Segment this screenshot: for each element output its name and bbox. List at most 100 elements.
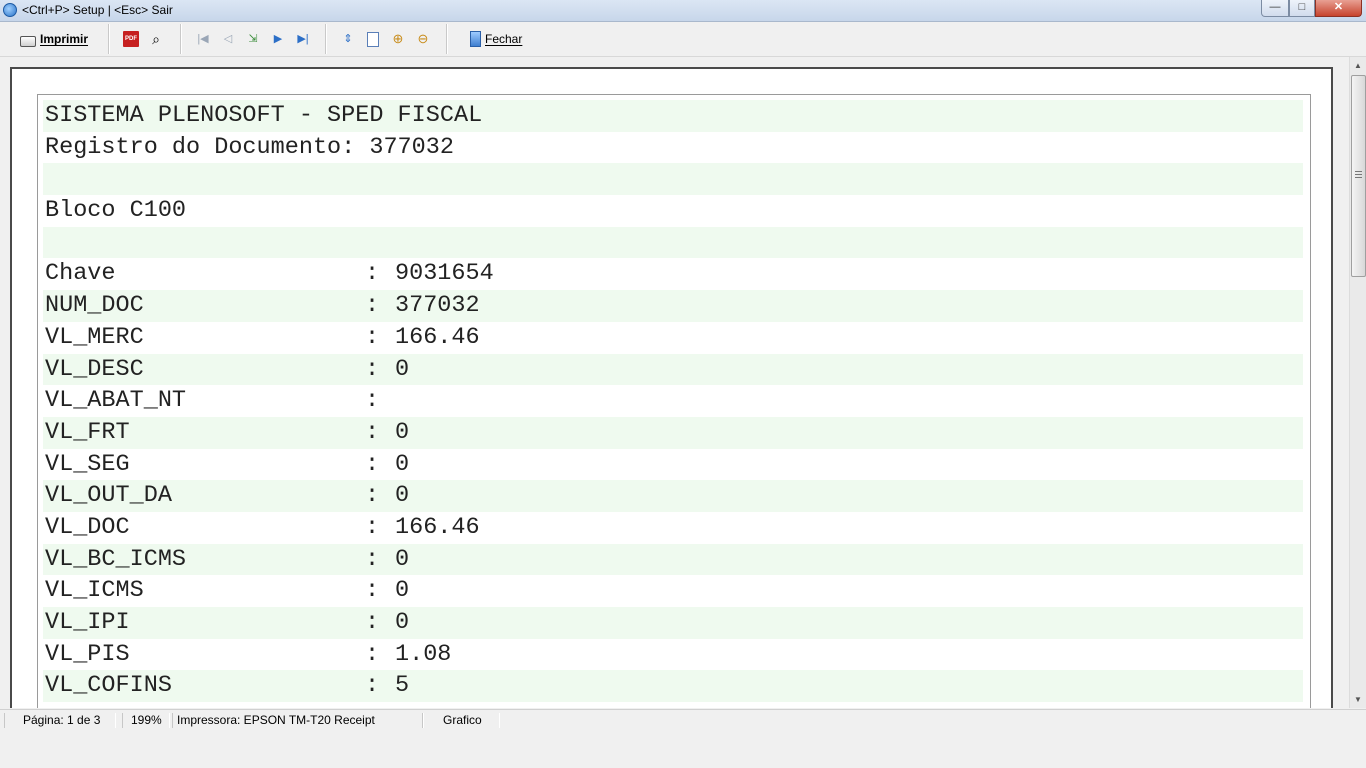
pdf-icon: PDF bbox=[123, 31, 139, 47]
scroll-up-arrow-icon[interactable]: ▲ bbox=[1350, 57, 1366, 74]
field-separator: : bbox=[365, 513, 380, 541]
field-name: VL_IPI bbox=[45, 609, 130, 636]
app-icon bbox=[3, 3, 17, 17]
report-frame: SISTEMA PLENOSOFT - SPED FISCAL Registro… bbox=[37, 94, 1311, 708]
field-name: NUM_DOC bbox=[45, 292, 144, 320]
field-name: VL_OUT_DA bbox=[45, 482, 172, 510]
field-name: VL_BC_ICMS bbox=[45, 545, 187, 573]
report-header-line: SISTEMA PLENOSOFT - SPED FISCAL bbox=[43, 100, 1303, 132]
print-button-label: Imprimir bbox=[40, 32, 89, 46]
close-window-button[interactable]: ✕ bbox=[1315, 0, 1362, 17]
field-name: VL_ICMS bbox=[45, 577, 144, 605]
page-width-icon: ⇕ bbox=[343, 33, 353, 45]
field-row: VL_DOC:166.46 bbox=[43, 512, 1303, 544]
field-separator: : bbox=[365, 418, 380, 446]
whole-page-button[interactable] bbox=[367, 29, 379, 49]
field-name: VL_ABAT_NT bbox=[45, 387, 187, 415]
field-row: VL_BC_ICMS:0 bbox=[43, 543, 1303, 576]
window-bottom-area bbox=[0, 731, 1366, 768]
next-page-icon: ▶ bbox=[273, 33, 283, 45]
go-to-page-button[interactable]: ⇲ bbox=[245, 29, 261, 49]
export-icon: ⇲ bbox=[248, 33, 258, 45]
field-value: 0 bbox=[395, 609, 410, 636]
field-value: 0 bbox=[395, 355, 410, 383]
status-bar: Página: 1 de 3 199% Impressora: EPSON TM… bbox=[0, 709, 1366, 732]
toolbar-separator bbox=[446, 24, 448, 54]
toolbar-separator bbox=[180, 24, 182, 54]
field-separator: : bbox=[365, 482, 380, 510]
report-page: SISTEMA PLENOSOFT - SPED FISCAL Registro… bbox=[10, 67, 1333, 708]
field-name: VL_DOC bbox=[45, 513, 130, 541]
blank-line bbox=[43, 226, 1303, 259]
exit-door-icon bbox=[470, 31, 481, 47]
field-value: 9031654 bbox=[395, 260, 494, 288]
close-preview-button[interactable]: Fechar bbox=[470, 29, 522, 49]
field-name: Chave bbox=[45, 260, 116, 288]
zoom-out-button[interactable]: ⊖ bbox=[415, 29, 431, 49]
field-value: 166.46 bbox=[395, 513, 480, 541]
field-name: VL_MERC bbox=[45, 323, 144, 351]
status-zoom: 199% bbox=[122, 713, 170, 728]
title-bar: <Ctrl+P> Setup | <Esc> Sair — □ ✕ bbox=[0, 0, 1366, 22]
field-row: VL_COFINS:5 bbox=[43, 670, 1303, 703]
last-page-button[interactable]: ▶| bbox=[295, 29, 311, 49]
zoom-in-icon: ⊕ bbox=[392, 31, 404, 46]
report-lines: SISTEMA PLENOSOFT - SPED FISCAL Registro… bbox=[43, 100, 1303, 703]
field-row: NUM_DOC:377032 bbox=[43, 290, 1303, 322]
status-mode: Grafico bbox=[422, 713, 500, 728]
last-page-icon: ▶| bbox=[297, 33, 309, 45]
field-separator: : bbox=[365, 323, 380, 351]
zoom-out-icon: ⊖ bbox=[417, 31, 429, 46]
report-preview-area[interactable]: SISTEMA PLENOSOFT - SPED FISCAL Registro… bbox=[0, 57, 1350, 708]
field-value: 0 bbox=[395, 450, 410, 478]
field-name: VL_PIS bbox=[45, 640, 130, 668]
block-line: Bloco C100 bbox=[45, 197, 187, 225]
field-row: VL_IPI:0 bbox=[43, 607, 1303, 639]
print-button[interactable]: Imprimir bbox=[20, 29, 88, 49]
field-separator: : bbox=[365, 577, 380, 605]
field-value: 0 bbox=[395, 418, 410, 446]
maximize-button[interactable]: □ bbox=[1289, 0, 1315, 17]
export-pdf-button[interactable]: PDF bbox=[123, 29, 139, 49]
field-separator: : bbox=[365, 640, 380, 668]
first-page-button[interactable]: |◀ bbox=[195, 29, 211, 49]
field-name: VL_FRT bbox=[45, 418, 130, 446]
status-page: Página: 1 de 3 bbox=[4, 713, 116, 728]
find-button[interactable]: ⌕ bbox=[148, 29, 164, 49]
field-row: VL_ABAT_NT: bbox=[43, 385, 1303, 417]
toolbar-separator bbox=[325, 24, 327, 54]
scrollbar-thumb[interactable] bbox=[1351, 75, 1366, 277]
window-title: <Ctrl+P> Setup | <Esc> Sair bbox=[22, 3, 173, 17]
grip-icon bbox=[1355, 171, 1362, 178]
printer-icon bbox=[20, 35, 36, 47]
field-value: 0 bbox=[395, 545, 410, 573]
field-value: 5 bbox=[395, 672, 410, 700]
field-separator: : bbox=[365, 450, 380, 478]
page-width-button[interactable]: ⇕ bbox=[340, 29, 356, 49]
minimize-button[interactable]: — bbox=[1261, 0, 1289, 17]
zoom-in-button[interactable]: ⊕ bbox=[390, 29, 406, 49]
field-value: 377032 bbox=[395, 292, 480, 320]
field-row: VL_OUT_DA:0 bbox=[43, 480, 1303, 512]
field-row: Chave:9031654 bbox=[43, 258, 1303, 290]
scroll-down-arrow-icon[interactable]: ▼ bbox=[1350, 691, 1366, 708]
field-separator: : bbox=[365, 545, 380, 573]
field-row: VL_PIS:1.08 bbox=[43, 639, 1303, 671]
binoculars-icon: ⌕ bbox=[152, 31, 160, 47]
field-separator: : bbox=[365, 672, 380, 700]
blank-line bbox=[43, 163, 1303, 196]
close-preview-label: Fechar bbox=[485, 32, 523, 46]
field-row: VL_SEG:0 bbox=[43, 449, 1303, 481]
vertical-scrollbar[interactable]: ▲ ▼ bbox=[1349, 57, 1366, 708]
status-printer: Impressora: EPSON TM-T20 Receipt bbox=[172, 713, 424, 728]
field-separator: : bbox=[365, 260, 380, 288]
field-value: 0 bbox=[395, 482, 410, 510]
field-separator: : bbox=[365, 609, 380, 636]
field-row: VL_FRT:0 bbox=[43, 416, 1303, 449]
field-separator: : bbox=[365, 387, 380, 415]
field-separator: : bbox=[365, 355, 380, 383]
prev-page-button[interactable]: ◁ bbox=[220, 29, 236, 49]
field-value: 1.08 bbox=[395, 640, 452, 668]
field-value: 166.46 bbox=[395, 323, 480, 351]
next-page-button[interactable]: ▶ bbox=[270, 29, 286, 49]
